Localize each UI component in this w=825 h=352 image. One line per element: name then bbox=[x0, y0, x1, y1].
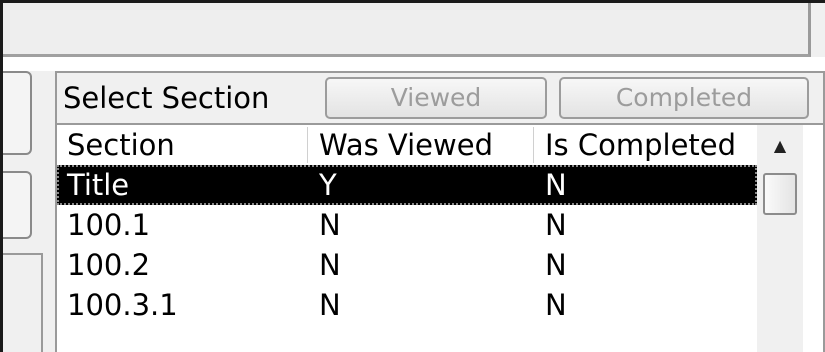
cell-is-completed: N bbox=[545, 288, 567, 322]
section-panel: Select Section Viewed Completed Section … bbox=[55, 71, 825, 352]
select-section-label: Select Section bbox=[63, 81, 270, 115]
cell-was-viewed: N bbox=[319, 248, 341, 282]
column-header-is-completed[interactable]: Is Completed bbox=[545, 125, 736, 165]
table-row[interactable]: 100.2 N N bbox=[57, 245, 757, 285]
cell-was-viewed: Y bbox=[319, 168, 337, 202]
table-header: Section Was Viewed Is Completed bbox=[57, 125, 757, 165]
separator-band bbox=[3, 57, 825, 71]
column-divider[interactable] bbox=[533, 127, 534, 163]
app-window: Select Section Viewed Completed Section … bbox=[0, 0, 825, 352]
scroll-up-button[interactable]: ▲ bbox=[757, 125, 803, 165]
column-divider[interactable] bbox=[307, 127, 308, 163]
cell-is-completed: N bbox=[545, 168, 567, 202]
cell-was-viewed: N bbox=[319, 208, 341, 242]
table-row[interactable]: Title Y N bbox=[57, 165, 757, 205]
left-side-button-2[interactable] bbox=[3, 171, 32, 239]
cell-section: Title bbox=[67, 168, 130, 202]
viewed-button[interactable]: Viewed bbox=[325, 77, 547, 119]
section-grid: Section Was Viewed Is Completed Title Y … bbox=[57, 123, 823, 352]
cell-section: 100.2 bbox=[67, 248, 151, 282]
top-panel bbox=[3, 3, 811, 57]
table-row[interactable]: 100.1 N N bbox=[57, 205, 757, 245]
triangle-up-icon: ▲ bbox=[773, 135, 787, 155]
column-header-section[interactable]: Section bbox=[67, 125, 175, 165]
cell-is-completed: N bbox=[545, 208, 567, 242]
vertical-scrollbar[interactable]: ▲ bbox=[757, 125, 803, 352]
left-side-button-1[interactable] bbox=[3, 71, 32, 155]
cell-section: 100.1 bbox=[67, 208, 151, 242]
scrollbar-thumb[interactable] bbox=[763, 173, 797, 215]
cell-is-completed: N bbox=[545, 248, 567, 282]
left-side-panel bbox=[3, 253, 43, 352]
cell-was-viewed: N bbox=[319, 288, 341, 322]
cell-section: 100.3.1 bbox=[67, 288, 178, 322]
completed-button[interactable]: Completed bbox=[559, 77, 809, 119]
table-row[interactable]: 100.3.1 N N bbox=[57, 285, 757, 325]
column-header-was-viewed[interactable]: Was Viewed bbox=[319, 125, 493, 165]
